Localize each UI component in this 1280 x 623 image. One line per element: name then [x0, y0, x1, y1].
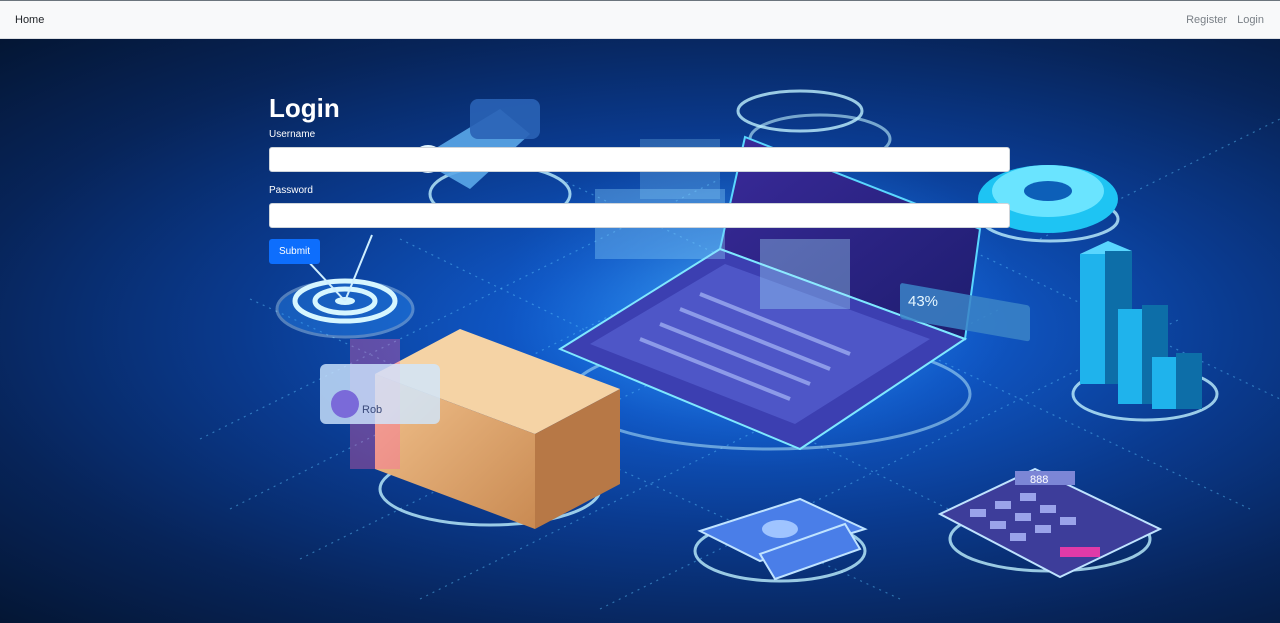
laptop-stat-text: 43% — [908, 293, 938, 310]
register-link[interactable]: Register — [1186, 14, 1227, 26]
bar-chart-icon — [1080, 241, 1202, 409]
profile-card-text: Rob — [362, 404, 382, 416]
calculator-display-text: 888 — [1030, 474, 1048, 486]
page-title: Login — [269, 93, 340, 123]
login-link[interactable]: Login — [1237, 14, 1264, 26]
login-form: Login Username Password Submit — [269, 95, 1010, 264]
username-input[interactable] — [269, 147, 1010, 172]
submit-button[interactable]: Submit — [269, 239, 320, 264]
username-label: Username — [269, 129, 316, 140]
hero-background: 43% Rob 888 Login Username Password Subm… — [0, 39, 1280, 623]
navbar-right-links: Register Login — [1186, 14, 1264, 26]
home-link[interactable]: Home — [15, 14, 44, 26]
top-navbar: Home Register Login — [0, 0, 1280, 39]
password-label: Password — [269, 185, 313, 196]
cash-bills-icon — [697, 497, 868, 581]
password-input[interactable] — [269, 203, 1010, 228]
